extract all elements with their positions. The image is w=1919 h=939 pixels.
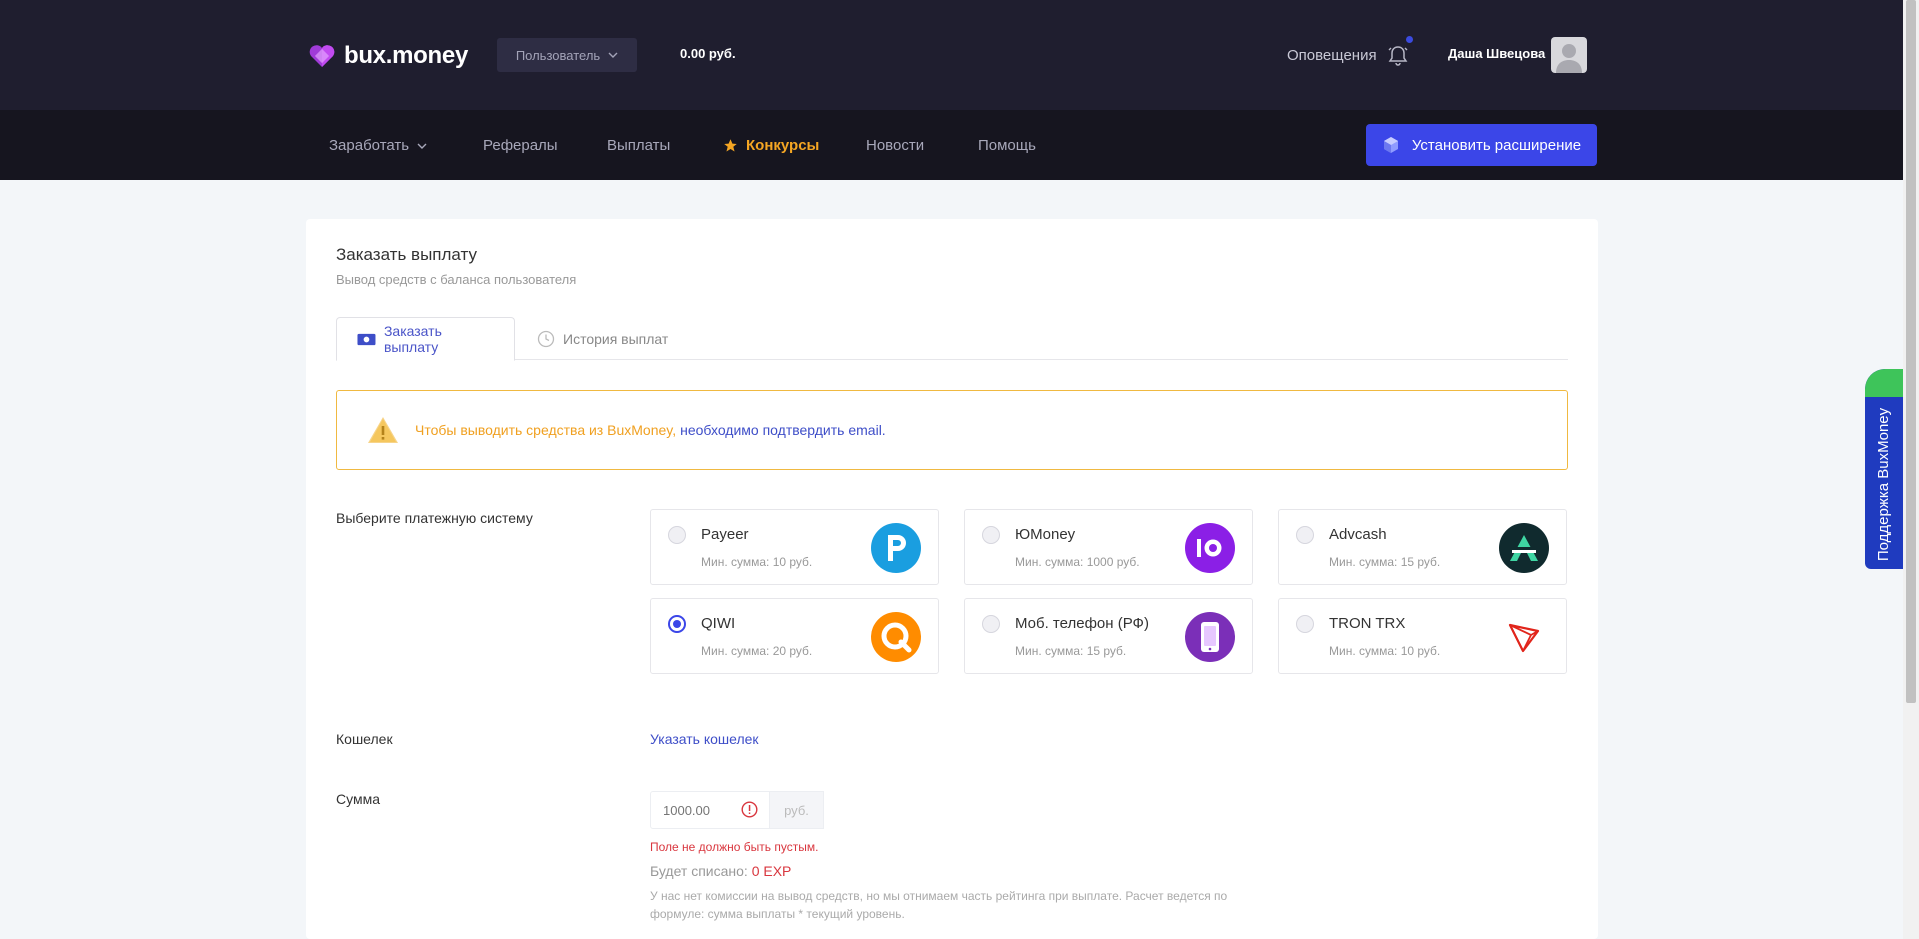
radio-advcash[interactable]	[1296, 526, 1314, 544]
advcash-logo-icon	[1499, 523, 1549, 573]
nav-earn[interactable]: Заработать	[329, 137, 427, 154]
sum-error-text: Поле не должно быть пустым.	[650, 840, 819, 854]
payment-min: Мин. сумма: 1000 руб.	[1015, 555, 1140, 569]
payment-name: TRON TRX	[1329, 615, 1406, 632]
radio-mobile[interactable]	[982, 615, 1000, 633]
balance: 0.00 руб.	[680, 46, 736, 61]
sum-label: Сумма	[336, 791, 380, 807]
payment-min: Мин. сумма: 15 руб.	[1329, 555, 1441, 569]
chevron-down-icon	[417, 143, 427, 149]
payment-system-label: Выберите платежную систему	[336, 510, 533, 526]
nav-help-label: Помощь	[978, 137, 1036, 154]
top-bar: bux.money Пользователь 0.00 руб. Оповеще…	[0, 0, 1903, 110]
wallet-label: Кошелек	[336, 731, 393, 747]
tab-payout-history[interactable]: История выплат	[517, 317, 688, 361]
payment-min: Мин. сумма: 10 руб.	[1329, 644, 1441, 658]
radio-yumoney[interactable]	[982, 526, 1000, 544]
nav-referrals-label: Рефералы	[483, 137, 558, 154]
nav-news[interactable]: Новости	[866, 137, 924, 154]
tabs: Заказать выплату История выплат	[336, 317, 1568, 361]
cube-icon	[1383, 137, 1398, 153]
payment-min: Мин. сумма: 10 руб.	[701, 555, 813, 569]
radio-payeer[interactable]	[668, 526, 686, 544]
star-icon	[724, 139, 737, 152]
avatar[interactable]	[1551, 37, 1587, 73]
payment-min: Мин. сумма: 20 руб.	[701, 644, 813, 658]
username[interactable]: Даша Швецова	[1448, 46, 1545, 61]
sum-unit: руб.	[770, 791, 824, 829]
deduct-value: 0 EXP	[751, 863, 792, 879]
specify-wallet-link[interactable]: Указать кошелек	[650, 731, 759, 747]
radio-qiwi[interactable]	[668, 615, 686, 633]
qiwi-logo-icon	[871, 612, 921, 662]
install-extension-button[interactable]: Установить расширение	[1366, 124, 1597, 166]
nav-contests[interactable]: Конкурсы	[723, 137, 819, 154]
tab-order-payout-label: Заказать выплату	[383, 323, 442, 355]
nav-payouts[interactable]: Выплаты	[607, 137, 670, 154]
nav-earn-label: Заработать	[329, 137, 410, 154]
user-dropdown[interactable]: Пользователь	[497, 38, 637, 72]
payment-min: Мин. сумма: 15 руб.	[1015, 644, 1127, 658]
support-label: Поддержка BuxMoney	[1875, 407, 1893, 561]
nav-referrals[interactable]: Рефералы	[483, 137, 558, 154]
tab-order-payout[interactable]: Заказать выплату	[336, 317, 515, 361]
nav-contests-label: Конкурсы	[746, 137, 820, 154]
money-icon	[357, 333, 376, 345]
scrollbar[interactable]	[1903, 0, 1919, 939]
payment-name: ЮMoney	[1015, 526, 1076, 543]
notification-dot	[1405, 36, 1413, 43]
payment-name: Advcash	[1329, 526, 1387, 543]
payment-name: Payeer	[701, 526, 749, 543]
warning-icon	[368, 417, 398, 443]
logo[interactable]: bux.money	[308, 42, 468, 70]
page-title: Заказать выплату	[336, 245, 477, 264]
nav-payouts-label: Выплаты	[607, 137, 671, 154]
tron-logo-icon	[1499, 612, 1549, 662]
payment-option-mobile[interactable]: Моб. телефон (РФ) Мин. сумма: 15 руб.	[964, 598, 1253, 674]
payment-option-qiwi[interactable]: QIWI Мин. сумма: 20 руб.	[650, 598, 939, 674]
user-dropdown-label: Пользователь	[515, 47, 601, 63]
logo-heart-icon	[308, 42, 336, 70]
alert-text: Чтобы выводить средства из BuxMoney,	[415, 422, 677, 438]
payment-option-payeer[interactable]: Payeer Мин. сумма: 10 руб.	[650, 509, 939, 585]
notifications-label: Оповещения	[1287, 46, 1377, 64]
confirm-email-link[interactable]: необходимо подтвердить email.	[680, 422, 886, 438]
radio-tron[interactable]	[1296, 615, 1314, 633]
support-accent	[1865, 369, 1903, 397]
payment-option-advcash[interactable]: Advcash Мин. сумма: 15 руб.	[1278, 509, 1567, 585]
email-warning-alert: Чтобы выводить средства из BuxMoney, нео…	[336, 390, 1568, 470]
mobile-phone-icon	[1185, 612, 1235, 662]
chevron-down-icon	[608, 52, 618, 58]
nav-help[interactable]: Помощь	[978, 137, 1036, 154]
deduct-info: Будет списано: 0 EXP	[650, 863, 791, 879]
payeer-logo-icon	[871, 523, 921, 573]
nav-bar: Заработать Рефералы Выплаты Конкурсы Нов…	[0, 110, 1903, 180]
nav-news-label: Новости	[866, 137, 925, 154]
payment-option-yumoney[interactable]: ЮMoney Мин. сумма: 1000 руб.	[964, 509, 1253, 585]
page-subtitle: Вывод средств с баланса пользователя	[336, 272, 577, 287]
payout-card: Заказать выплату Вывод средств с баланса…	[306, 219, 1598, 939]
support-tab[interactable]: Поддержка BuxMoney	[1865, 369, 1903, 569]
bell-icon[interactable]	[1387, 36, 1413, 66]
yumoney-logo-icon	[1185, 523, 1235, 573]
deduct-label: Будет списано:	[650, 863, 748, 879]
payment-name: Моб. телефон (РФ)	[1015, 615, 1149, 632]
error-icon	[741, 801, 758, 818]
payment-name: QIWI	[701, 615, 736, 632]
scrollbar-thumb[interactable]	[1906, 0, 1916, 703]
install-extension-label: Установить расширение	[1411, 136, 1582, 154]
support-text-wrap: Поддержка BuxMoney	[1865, 399, 1903, 569]
notifications[interactable]: Оповещения	[1287, 36, 1413, 66]
payment-option-tron[interactable]: TRON TRX Мин. сумма: 10 руб.	[1278, 598, 1567, 674]
tab-payout-history-label: История выплат	[563, 331, 669, 347]
commission-note: У нас нет комиссии на вывод средств, но …	[650, 889, 1228, 921]
clock-icon	[537, 330, 555, 348]
logo-text: bux.money	[344, 42, 468, 69]
